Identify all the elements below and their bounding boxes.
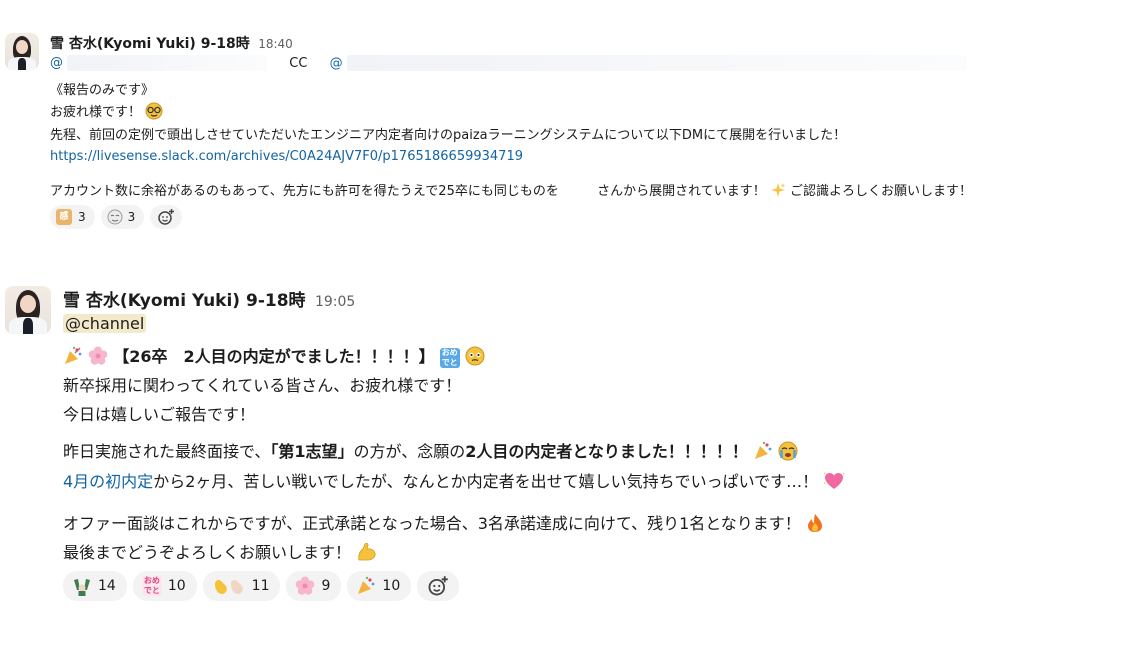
message-text: から2ヶ月、苦しい戦いでしたが、なんとか内定者を出せて嬉しい気持ちでいっぱいです… [153,472,819,491]
raised-hands-icon [74,579,90,596]
clap-icon [214,580,243,594]
kansha-icon: 感謝 [56,209,72,238]
message-text: さんから展開されています！ [597,184,766,199]
fire-icon [807,514,822,532]
message-text: アカウント数に余裕があるのもあって、先方にも許可を得たうえで25卒にも同じものを [50,184,559,199]
redacted-mention [346,55,967,71]
omedetou-icon: おめ でと [141,576,162,596]
party-popper-icon [65,346,82,364]
avatar[interactable] [5,286,51,334]
timestamp[interactable]: 18:40 [258,37,293,51]
flexed-biceps-icon [358,542,376,561]
author-name[interactable]: 雪 杏水(Kyomi Yuki) 9-18時 [50,36,250,52]
glasses-face-icon [145,102,163,120]
reaction-bar: 感謝 3 3 [50,205,183,238]
reaction-count: 10 [167,578,186,594]
message-text-bold: 「第1志望」 [270,442,354,461]
sparkles-icon [770,183,786,197]
reaction-raised-hands[interactable]: 14 [63,571,127,601]
message-link[interactable]: 4月の初内定 [63,472,153,491]
sparkling-heart-icon [823,472,845,489]
reaction-count: 9 [321,578,331,594]
message-link[interactable]: https://livesense.slack.com/archives/C0A… [50,149,523,164]
message-text: 昨日実施された最終面接で、 [63,442,271,461]
avatar[interactable] [5,33,39,70]
add-emoji-icon [428,576,449,596]
redacted-mention [67,55,268,71]
timestamp[interactable]: 19:05 [315,294,355,310]
author-name[interactable]: 雪 杏水(Kyomi Yuki) 9-18時 [63,291,306,311]
reaction-cherry-blossom[interactable]: 9 [286,571,342,601]
reaction-blush[interactable]: 3 [100,205,145,229]
headline-text: 【26卒 2人目の内定がでました！！！！】 [113,347,435,366]
reaction-bar: 14 おめ でと 10 11 9 10 [63,571,460,601]
reaction-count: 10 [382,578,401,594]
cc-label: CC [289,55,308,71]
reaction-party-popper[interactable]: 10 [347,571,412,601]
message-2: 雪 杏水(Kyomi Yuki) 9-18時 19:05 @channel 【2… [0,250,1146,645]
message-text: の方が、念願の [353,442,466,461]
message-text-bold: 2人目の内定者となりました！！！！！ [465,442,748,461]
blush-face-icon [107,209,123,225]
user-mention[interactable]: @ [330,56,343,71]
party-popper-icon [754,441,772,459]
message-text: 先程、前回の定例で頭出しさせていただいたエンジニア内定者向けのpaizaラーニン… [50,128,847,143]
reaction-count: 11 [251,578,270,594]
reaction-kansha[interactable]: 感謝 3 [50,205,95,238]
add-reaction-button[interactable] [417,571,460,601]
message-text: ご認識よろしくお願いします！ [790,184,973,199]
reaction-clap[interactable]: 11 [202,571,281,601]
reaction-count: 3 [78,210,86,224]
message-1: 雪 杏水(Kyomi Yuki) 9-18時 18:40 @ CC @ 《報告の… [0,0,1146,240]
cherry-blossom-icon [296,576,315,595]
teary-face-icon [465,346,485,366]
cherry-blossom-icon [88,346,108,365]
add-reaction-button[interactable] [150,205,183,229]
message-text: 《報告のみです》 [50,83,155,98]
reaction-count: 3 [127,210,136,224]
reaction-omedetou[interactable]: おめ でと 10 [132,571,197,601]
user-mention[interactable]: @ [50,56,63,71]
message-text: オファー面談はこれからですが、正式承諾となった場合、3名承諾達成に向けて、残り1… [63,514,801,533]
message-text: 最後までどうぞよろしくお願いします！ [63,543,352,562]
reaction-count: 14 [98,578,116,594]
message-text: 新卒採用に関わってくれている皆さん、お疲れ様です！ [63,376,462,395]
message-text: お疲れ様です！ [50,105,142,120]
add-emoji-icon [158,209,175,225]
message-text: 今日は嬉しいご報告です！ [63,405,256,424]
omedetou-icon: おめ でと [439,347,460,368]
party-popper-icon [358,576,375,594]
channel-mention[interactable]: @channel [63,314,147,333]
crying-face-icon [778,441,798,461]
